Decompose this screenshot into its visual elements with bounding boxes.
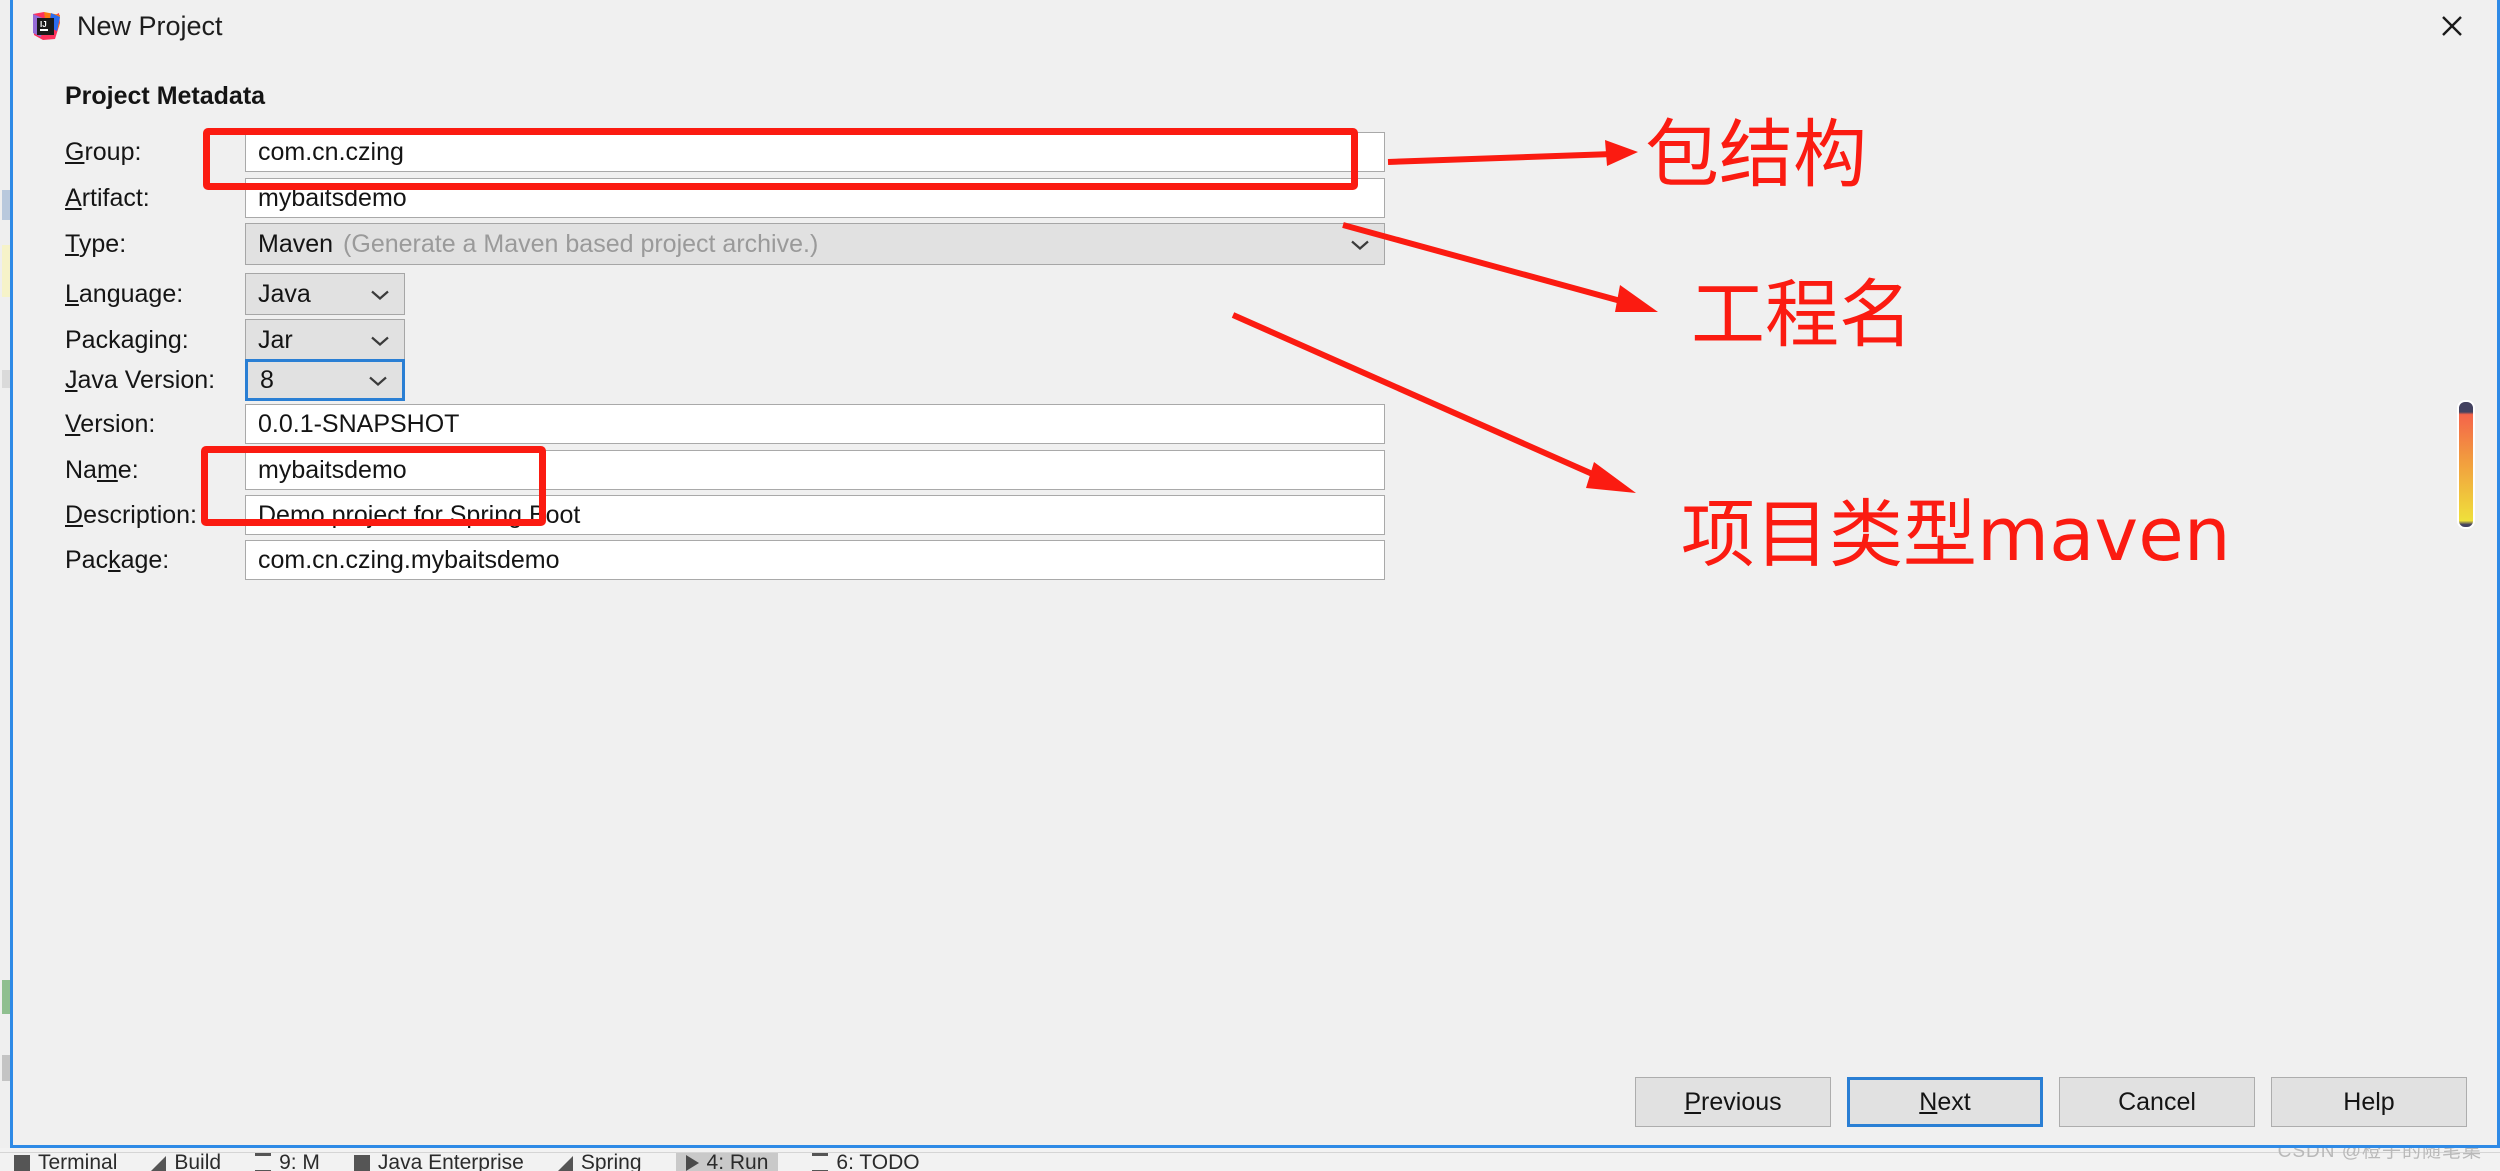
terminal-icon: [14, 1155, 30, 1171]
label-packaging: Packaging:: [65, 325, 189, 354]
status-bar-item-9-m[interactable]: 9: M: [255, 1152, 320, 1171]
label-type: Type:: [65, 229, 127, 258]
gradient-scrollbar-thumb[interactable]: [2457, 400, 2475, 529]
status-bar-item-label: Build: [174, 1152, 222, 1171]
status-bar-item-label: 4: Run: [706, 1152, 769, 1171]
form-row-java-version: Java Version: 8: [65, 358, 405, 402]
status-bar-item-label: 6: TODO: [836, 1152, 920, 1171]
dialog-button-bar: Previous Next Cancel Help: [1635, 1077, 2467, 1127]
description-input[interactable]: Demo project for Spring Boot: [245, 495, 1385, 535]
chevron-down-icon: [1350, 230, 1370, 259]
todo-icon: [812, 1153, 829, 1171]
ide-status-bar: Terminal Build 9: M Java Enterprise Spring 4:…: [0, 1152, 2500, 1171]
next-button[interactable]: Next: [1847, 1077, 2043, 1127]
status-bar-item-label: Terminal: [38, 1152, 118, 1171]
language-selected-value: Java: [258, 279, 311, 308]
group-input[interactable]: com.cn.czing: [245, 132, 1385, 172]
label-description: Description:: [65, 500, 198, 529]
label-group: Group:: [65, 137, 142, 166]
form-row-group: Group: com.cn.czing: [65, 130, 1385, 174]
form-row-name: Name: mybaitsdemo: [65, 448, 1385, 492]
form-row-language: Language: Java: [65, 272, 405, 316]
page-title: Project Metadata: [65, 82, 266, 110]
run-icon: [685, 1155, 699, 1171]
form-row-package: Package: com.cn.czing.mybaitsdemo: [65, 538, 1385, 582]
version-input[interactable]: 0.0.1-SNAPSHOT: [245, 404, 1385, 444]
cancel-button[interactable]: Cancel: [2059, 1077, 2255, 1127]
language-dropdown[interactable]: Java: [245, 273, 405, 315]
help-button[interactable]: Help: [2271, 1077, 2467, 1127]
label-java-version: Java Version:: [65, 365, 216, 394]
chevron-down-icon: [370, 326, 390, 355]
status-bar-item-terminal[interactable]: Terminal: [14, 1152, 118, 1171]
label-language: Language:: [65, 279, 184, 308]
previous-button[interactable]: Previous: [1635, 1077, 1831, 1127]
annotation-arrow-package-structure: [1387, 140, 1638, 166]
dialog-title: New Project: [77, 10, 223, 41]
close-icon[interactable]: [2417, 4, 2487, 48]
svg-text:IJ: IJ: [40, 20, 47, 29]
label-version: Version:: [65, 409, 156, 438]
type-selected-value: Maven: [258, 229, 334, 258]
annotation-package-structure: 包结构: [1645, 112, 1867, 198]
form-row-artifact: Artifact: mybaitsdemo: [65, 176, 1385, 220]
form-row-version: Version: 0.0.1-SNAPSHOT: [65, 402, 1385, 446]
status-bar-item-label: Java Enterprise: [377, 1152, 524, 1171]
label-name: Name:: [65, 455, 139, 484]
annotation-project-type: 项目类型maven: [1681, 492, 2231, 578]
artifact-input[interactable]: mybaitsdemo: [245, 178, 1385, 218]
form-row-type: Type: Maven (Generate a Maven based projec…: [65, 222, 1385, 266]
java-version-selected-value: 8: [260, 365, 274, 394]
intellij-idea-icon: IJ: [31, 11, 61, 41]
type-hint: (Generate a Maven based project archive.…: [343, 229, 819, 258]
type-dropdown[interactable]: Maven (Generate a Maven based project arc…: [245, 223, 1385, 265]
dialog-titlebar: IJ New Project: [13, 0, 2497, 52]
annotation-project-name: 工程名: [1691, 272, 1913, 358]
java-version-dropdown[interactable]: 8: [245, 359, 405, 401]
new-project-dialog: IJ New Project Project Metadata Group: co…: [10, 0, 2500, 1148]
status-bar-item-label: 9: M: [279, 1152, 320, 1171]
packaging-dropdown[interactable]: Jar: [245, 319, 405, 361]
packaging-selected-value: Jar: [258, 325, 293, 354]
spring-icon: [557, 1155, 573, 1171]
java-enterprise-icon: [353, 1155, 370, 1171]
name-input[interactable]: mybaitsdemo: [245, 450, 1385, 490]
label-package: Package:: [65, 545, 170, 574]
label-artifact: Artifact:: [65, 183, 150, 212]
status-bar-item-spring[interactable]: Spring: [557, 1152, 642, 1171]
chevron-down-icon: [368, 366, 388, 395]
status-bar-item-4-run[interactable]: 4: Run: [675, 1152, 779, 1171]
form-row-description: Description: Demo project for Spring Boot: [65, 493, 1385, 537]
annotation-arrow-project-name: [1342, 222, 1658, 312]
status-bar-item-build[interactable]: Build: [151, 1152, 222, 1171]
build-icon: [151, 1155, 167, 1171]
chevron-down-icon: [370, 280, 390, 309]
status-bar-item-label: Spring: [580, 1152, 642, 1171]
status-bar-item-6-todo[interactable]: 6: TODO: [812, 1152, 920, 1171]
messages-icon: [255, 1153, 272, 1171]
form-row-packaging: Packaging: Jar: [65, 318, 405, 362]
package-input[interactable]: com.cn.czing.mybaitsdemo: [245, 540, 1385, 580]
status-bar-item-java-enterprise[interactable]: Java Enterprise: [353, 1152, 524, 1171]
